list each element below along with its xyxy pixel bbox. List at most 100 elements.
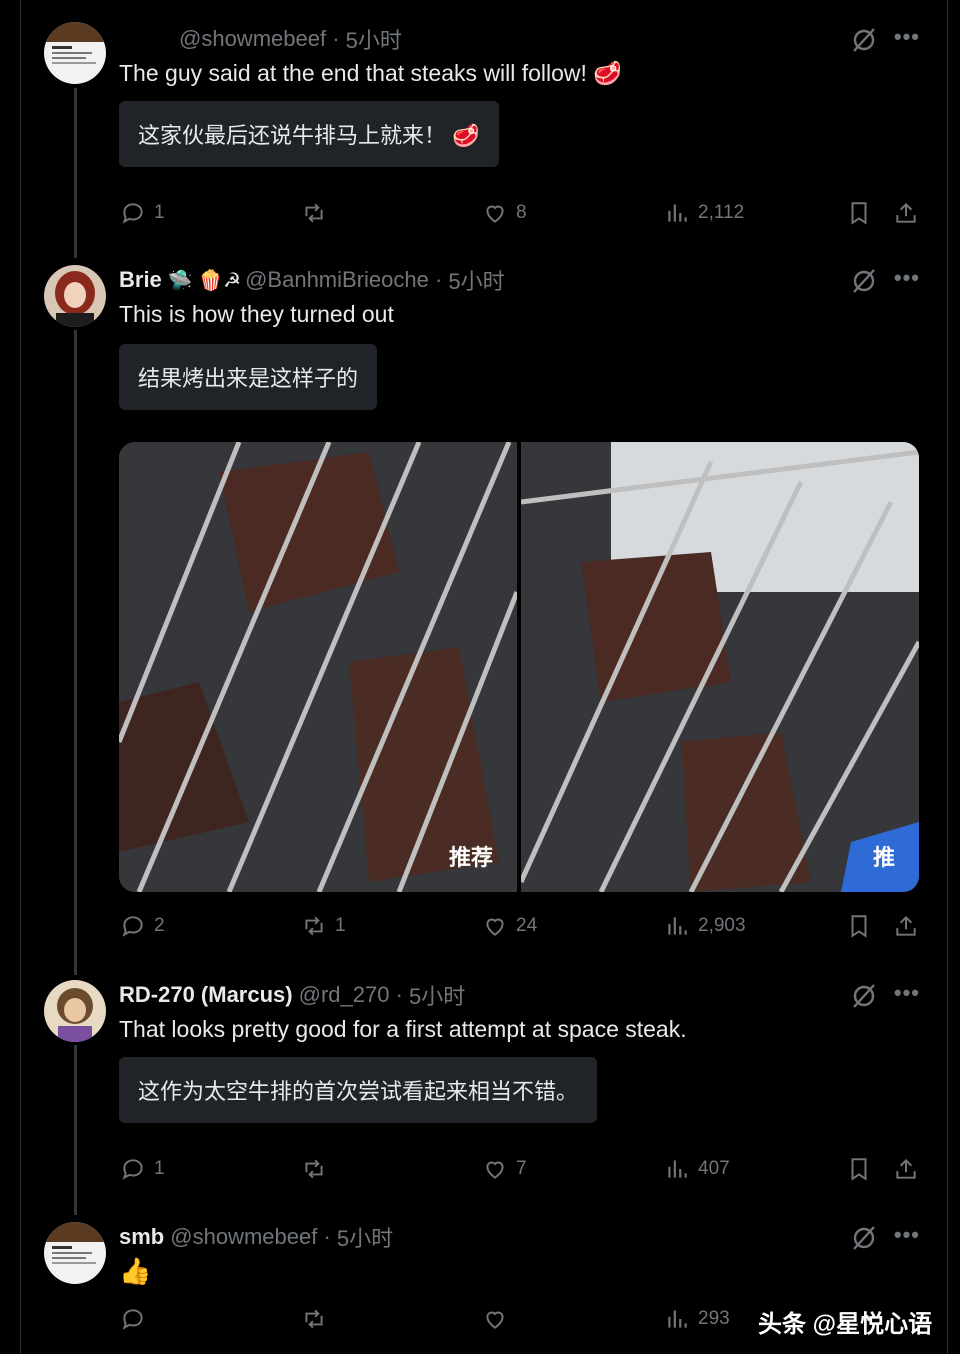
display-name[interactable]: RD-270 (Marcus) bbox=[119, 982, 293, 1008]
retweet-icon bbox=[305, 1309, 323, 1329]
bookmark-button[interactable] bbox=[846, 200, 880, 226]
like-count: 8 bbox=[516, 202, 527, 223]
like-count: 24 bbox=[516, 915, 538, 936]
avatar[interactable] bbox=[44, 265, 106, 327]
tweet-text: 👍 bbox=[119, 1256, 152, 1286]
user-handle[interactable]: @rd_270 bbox=[299, 982, 390, 1008]
reply-icon bbox=[122, 1309, 143, 1330]
bookmark-icon bbox=[851, 915, 867, 938]
more-options-icon[interactable]: ••• bbox=[894, 265, 920, 291]
display-name[interactable]: Brie bbox=[119, 267, 162, 293]
share-button[interactable] bbox=[893, 913, 927, 939]
heart-icon bbox=[486, 1161, 504, 1179]
views-button[interactable]: 2,903 bbox=[664, 913, 746, 939]
steak-photo-image bbox=[521, 442, 919, 892]
grok-icon[interactable] bbox=[850, 26, 878, 54]
tweet-text: That looks pretty good for a first attem… bbox=[119, 1016, 687, 1042]
views-button[interactable]: 293 bbox=[664, 1306, 730, 1332]
translation-box: 结果烤出来是这样子的 bbox=[119, 344, 378, 410]
photo-watermark: 推 bbox=[872, 845, 895, 870]
translation-box: 这家伙最后还说牛排马上就来！ 🥩 bbox=[119, 101, 499, 167]
view-count: 293 bbox=[698, 1308, 730, 1329]
timestamp[interactable]: 5小时 bbox=[448, 264, 504, 296]
views-button[interactable]: 2,112 bbox=[664, 200, 744, 226]
like-button[interactable]: 24 bbox=[482, 913, 537, 939]
reply-button[interactable]: 1 bbox=[120, 200, 165, 226]
tweet-text: This is how they turned out bbox=[119, 301, 394, 327]
translation-text: 这作为太空牛排的首次尝试看起来相当不错。 bbox=[138, 1079, 579, 1104]
heart-icon bbox=[486, 205, 504, 223]
bookmark-icon bbox=[851, 202, 867, 225]
reply-button[interactable] bbox=[120, 1306, 154, 1332]
display-name[interactable]: smb bbox=[119, 1224, 164, 1250]
separator-dot: · bbox=[317, 1224, 337, 1249]
separator-dot: · bbox=[326, 26, 346, 51]
like-button[interactable]: 8 bbox=[482, 200, 527, 226]
avatar[interactable] bbox=[44, 22, 106, 84]
grok-icon[interactable] bbox=[850, 267, 878, 295]
more-options-icon[interactable]: ••• bbox=[894, 24, 920, 50]
retweet-icon bbox=[305, 1159, 323, 1179]
like-button[interactable]: 7 bbox=[482, 1156, 527, 1182]
view-count: 407 bbox=[698, 1158, 730, 1179]
share-button[interactable] bbox=[893, 200, 927, 226]
separator-dot: · bbox=[428, 267, 449, 292]
views-icon bbox=[668, 1160, 687, 1178]
grok-icon[interactable] bbox=[850, 982, 878, 1010]
bookmark-button[interactable] bbox=[846, 1156, 880, 1182]
heart-icon bbox=[486, 918, 504, 936]
timestamp[interactable]: 5小时 bbox=[337, 1221, 393, 1253]
steak-photo-image bbox=[119, 442, 517, 892]
retweet-button[interactable] bbox=[301, 1156, 335, 1182]
bookmark-button[interactable] bbox=[846, 913, 880, 939]
retweet-button[interactable] bbox=[301, 200, 335, 226]
bookmark-icon bbox=[851, 1158, 867, 1181]
tweet[interactable]: RD-270 (Marcus) @rd_270 · 5小时 ••• That l… bbox=[0, 980, 960, 1190]
tweet[interactable]: @showmebeef · 5小时 ••• The guy said at th… bbox=[0, 22, 960, 232]
retweet-icon bbox=[305, 916, 323, 936]
photo-left[interactable]: 推荐 bbox=[119, 442, 517, 892]
retweet-button[interactable]: 1 bbox=[301, 913, 346, 939]
retweet-button[interactable] bbox=[301, 1306, 335, 1332]
like-button[interactable] bbox=[482, 1306, 516, 1332]
photo-watermark: 推荐 bbox=[448, 845, 493, 870]
heart-icon bbox=[486, 1311, 504, 1329]
share-icon bbox=[896, 1158, 916, 1179]
like-count: 7 bbox=[516, 1158, 527, 1179]
grok-icon[interactable] bbox=[850, 1224, 878, 1252]
action-bar: 2 1 24 2,903 bbox=[0, 913, 960, 943]
reply-count: 1 bbox=[154, 202, 165, 223]
source-watermark: 头条 @星悦心语 bbox=[758, 1311, 933, 1338]
timestamp[interactable]: 5小时 bbox=[409, 979, 465, 1011]
tweet-header: Brie 🛸 🍿☭ @BanhmiBrieoche · 5小时 bbox=[119, 265, 505, 295]
share-icon bbox=[896, 202, 916, 223]
user-handle[interactable]: @showmebeef bbox=[170, 1224, 317, 1250]
more-options-icon[interactable]: ••• bbox=[894, 1222, 920, 1248]
views-icon bbox=[668, 1310, 687, 1328]
more-options-icon[interactable]: ••• bbox=[894, 980, 920, 1006]
reply-icon bbox=[122, 1159, 143, 1180]
view-count: 2,903 bbox=[698, 915, 746, 936]
share-button[interactable] bbox=[893, 1156, 927, 1182]
retweet-count: 1 bbox=[335, 915, 346, 936]
views-button[interactable]: 407 bbox=[664, 1156, 730, 1182]
media-grid: 推荐 推 bbox=[119, 442, 919, 892]
avatar[interactable] bbox=[44, 980, 106, 1042]
user-handle[interactable]: @showmebeef bbox=[179, 26, 326, 52]
tweet-header: RD-270 (Marcus) @rd_270 · 5小时 bbox=[119, 980, 465, 1010]
reply-button[interactable]: 1 bbox=[120, 1156, 165, 1182]
photo-right[interactable]: 推 bbox=[521, 442, 919, 892]
share-icon bbox=[896, 915, 916, 936]
action-bar: 1 8 2,112 bbox=[0, 200, 960, 230]
reply-count: 1 bbox=[154, 1158, 165, 1179]
timestamp[interactable]: 5小时 bbox=[346, 23, 402, 55]
views-icon bbox=[668, 204, 687, 222]
tweet-text: The guy said at the end that steaks will… bbox=[119, 60, 622, 86]
reply-button[interactable]: 2 bbox=[120, 913, 165, 939]
reply-icon bbox=[122, 203, 143, 224]
avatar[interactable] bbox=[44, 1222, 106, 1284]
reply-icon bbox=[122, 916, 143, 937]
translation-box: 这作为太空牛排的首次尝试看起来相当不错。 bbox=[119, 1057, 598, 1123]
user-handle[interactable]: @BanhmiBrieoche bbox=[245, 267, 429, 293]
action-bar: 1 7 407 bbox=[0, 1156, 960, 1186]
